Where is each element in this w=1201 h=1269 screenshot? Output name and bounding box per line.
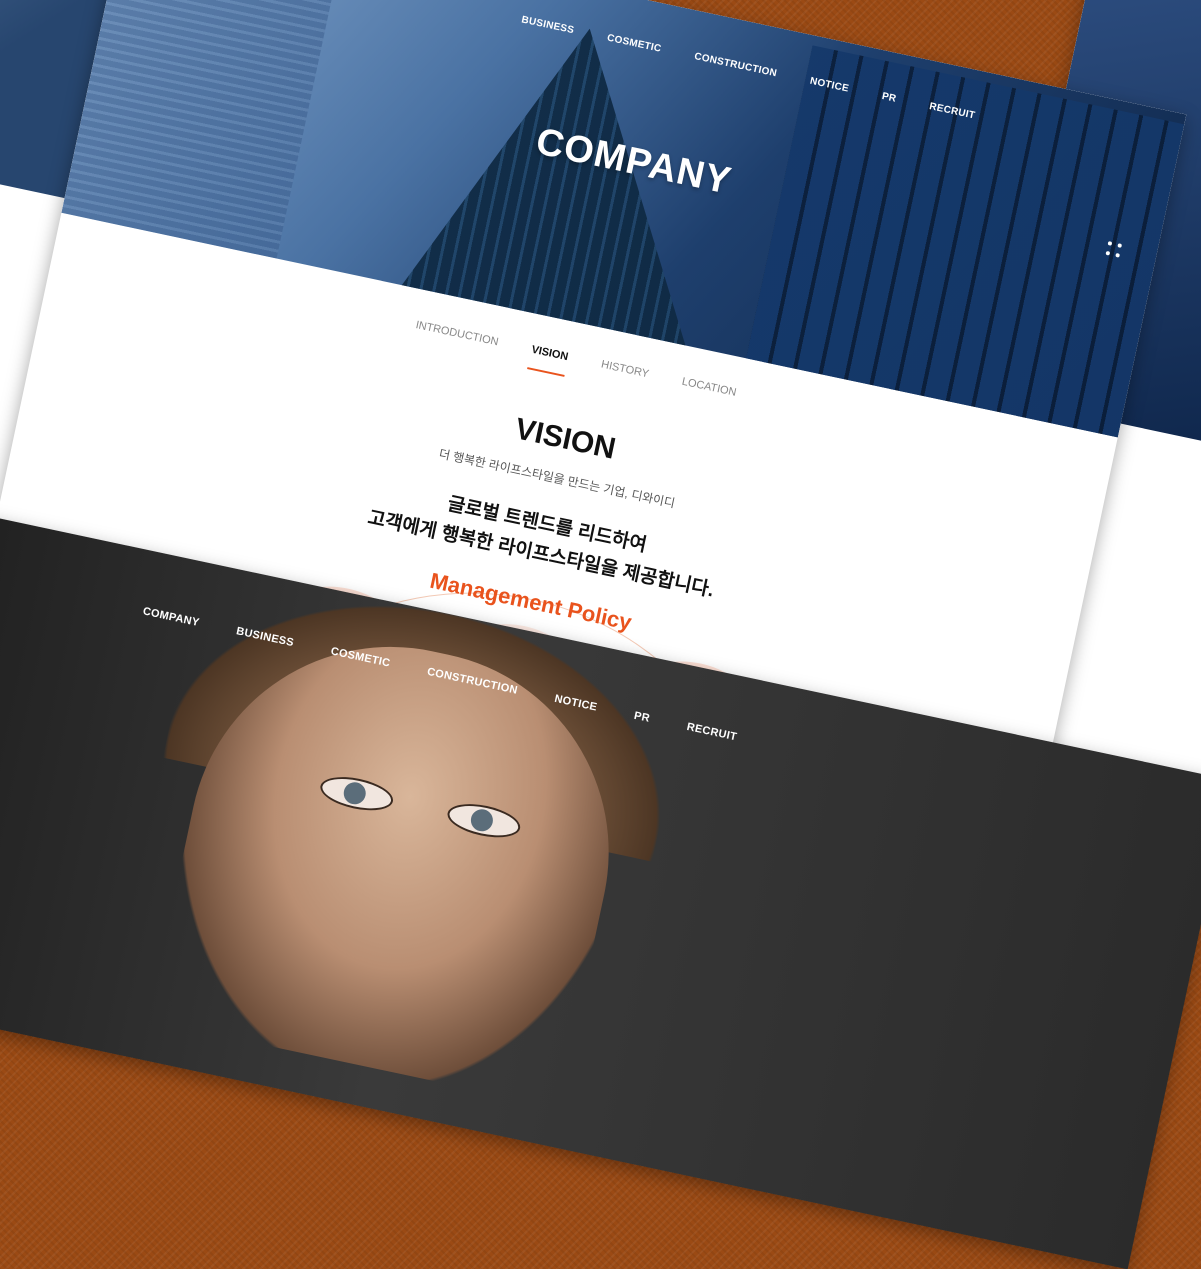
tab-location[interactable]: LOCATION	[678, 376, 738, 413]
model-eye-image	[444, 798, 524, 844]
menu-dots-icon[interactable]	[1105, 241, 1123, 258]
nav-item-construction[interactable]: CONSTRUCTION	[693, 51, 778, 79]
nav-item-cosmetic[interactable]: COSMETIC	[606, 33, 662, 55]
nav-item-company[interactable]: COMPANY	[142, 605, 201, 629]
model-eye-image	[317, 771, 396, 817]
building-image-left	[61, 0, 346, 259]
nav-item-recruit[interactable]: RECRUIT	[686, 721, 738, 743]
tab-introduction[interactable]: INTRODUCTION	[412, 319, 500, 362]
tab-vision[interactable]: VISION	[527, 343, 570, 377]
building-image-right	[744, 45, 1185, 438]
nav-item-business[interactable]: BUSINESS	[520, 14, 575, 36]
tab-history[interactable]: HISTORY	[597, 358, 650, 394]
